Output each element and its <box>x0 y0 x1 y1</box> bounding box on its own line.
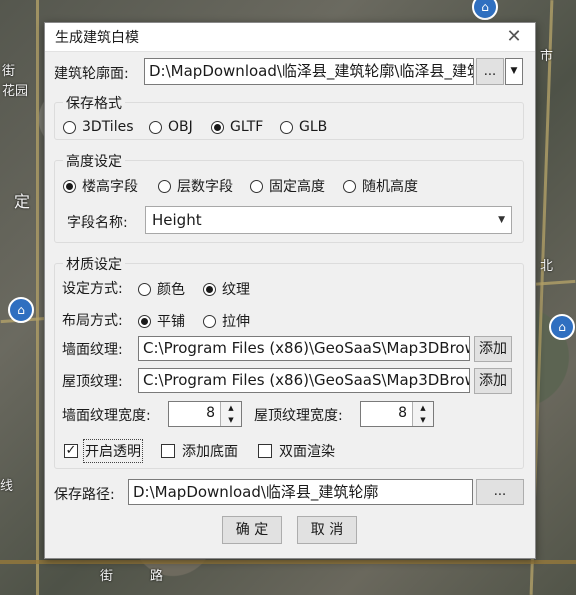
save-format-title: 保存格式 <box>63 93 125 113</box>
outline-browse-button[interactable]: ... <box>476 58 504 85</box>
generate-building-model-dialog: 生成建筑白模 ✕ 建筑轮廓面: D:\MapDownload\临泽县_建筑轮廓\… <box>44 22 536 559</box>
checkbox-label: 开启透明 <box>83 439 143 463</box>
map-poi-icon[interactable]: ⌂ <box>549 314 575 340</box>
wall-width-value: 8 <box>206 405 215 421</box>
field-name-select[interactable]: Height ▼ <box>145 206 512 234</box>
radio-label: 颜色 <box>157 282 185 298</box>
radio-icon <box>343 179 356 193</box>
radio-random-height[interactable]: 随机高度 <box>343 176 418 196</box>
roof-width-spinner[interactable]: 8 ▲ ▼ <box>360 401 434 427</box>
radio-format-glb[interactable]: GLB <box>280 119 327 135</box>
check-double-sided[interactable]: 双面渲染 <box>258 441 335 461</box>
dialog-titlebar[interactable]: 生成建筑白模 ✕ <box>45 23 535 52</box>
radio-label: 拉伸 <box>222 314 250 330</box>
radio-label: 3DTiles <box>82 119 134 135</box>
wall-texture-input[interactable]: C:\Program Files (x86)\GeoSaaS\Map3DBrow… <box>138 336 470 361</box>
radio-format-gltf[interactable]: GLTF <box>211 119 263 135</box>
map-poi-icon[interactable]: ⌂ <box>8 297 34 323</box>
radio-icon <box>203 314 216 328</box>
radio-icon <box>280 120 293 134</box>
map-label: 北 <box>540 259 554 274</box>
checkbox-label: 添加底面 <box>182 444 238 460</box>
height-settings-group: 高度设定 楼高字段 层数字段 固定高度 随机高度 字段名称: Height ▼ <box>54 151 524 243</box>
outline-path-input[interactable]: D:\MapDownload\临泽县_建筑轮廓\临泽县_建筑 <box>144 58 474 85</box>
map-label: 街 <box>100 569 114 584</box>
radio-format-3dtiles[interactable]: 3DTiles <box>63 119 134 135</box>
radio-floor-field[interactable]: 层数字段 <box>158 176 233 196</box>
roof-width-label: 屋顶纹理宽度: <box>254 408 343 424</box>
radio-icon <box>149 120 162 134</box>
radio-label: 纹理 <box>222 282 250 298</box>
map-label: 市 <box>540 49 554 64</box>
roof-texture-input[interactable]: C:\Program Files (x86)\GeoSaaS\Map3DBrow… <box>138 368 470 393</box>
radio-selected-icon <box>203 282 216 296</box>
radio-label: GLB <box>299 119 328 135</box>
checkbox-icon <box>258 444 272 458</box>
ok-button[interactable]: 确 定 <box>222 516 282 544</box>
height-settings-title: 高度设定 <box>63 151 125 171</box>
radio-layout-tile[interactable]: 平铺 <box>138 311 185 331</box>
map-label: 线 <box>0 479 14 494</box>
map-label: 街 <box>2 64 16 79</box>
save-path-label: 保存路径: <box>54 487 115 503</box>
save-path-input[interactable]: D:\MapDownload\临泽县_建筑轮廓 <box>128 479 473 505</box>
radio-selected-icon <box>63 179 76 193</box>
radio-label: GLTF <box>230 119 264 135</box>
radio-label: 固定高度 <box>269 179 325 195</box>
radio-label: OBJ <box>168 119 193 135</box>
map-label: 花园 <box>2 84 29 99</box>
roof-texture-add-button[interactable]: 添加 <box>474 368 512 394</box>
radio-label: 层数字段 <box>177 179 233 195</box>
checkbox-label: 双面渲染 <box>279 444 335 460</box>
radio-mode-texture[interactable]: 纹理 <box>203 279 250 299</box>
save-format-group: 保存格式 3DTiles OBJ GLTF GLB <box>54 93 524 140</box>
radio-selected-icon <box>138 314 151 328</box>
spin-down-icon[interactable]: ▼ <box>220 414 241 426</box>
radio-height-field[interactable]: 楼高字段 <box>63 176 138 196</box>
save-path-browse-button[interactable]: ... <box>476 479 524 505</box>
radio-icon <box>158 179 171 193</box>
radio-label: 楼高字段 <box>82 179 138 195</box>
layout-label: 布局方式: <box>62 313 123 329</box>
wall-width-label: 墙面纹理宽度: <box>62 408 151 424</box>
field-name-value: Height <box>152 211 202 229</box>
radio-mode-color[interactable]: 颜色 <box>138 279 185 299</box>
check-enable-transparency[interactable]: ✓ 开启透明 <box>64 439 143 463</box>
outline-label: 建筑轮廓面: <box>54 66 129 82</box>
radio-fixed-height[interactable]: 固定高度 <box>250 176 325 196</box>
dialog-title: 生成建筑白模 <box>55 30 139 46</box>
material-settings-title: 材质设定 <box>63 254 125 274</box>
checkbox-icon <box>161 444 175 458</box>
checkbox-checked-icon: ✓ <box>64 443 78 458</box>
chevron-down-icon: ▼ <box>498 215 505 225</box>
radio-label: 平铺 <box>157 314 185 330</box>
map-road <box>0 560 576 564</box>
radio-layout-stretch[interactable]: 拉伸 <box>203 311 250 331</box>
radio-selected-icon <box>211 120 224 134</box>
chevron-down-icon[interactable]: ▼ <box>505 58 523 85</box>
material-settings-group: 材质设定 设定方式: 颜色 纹理 布局方式: 平铺 拉伸 墙面纹理: C:\Pr… <box>54 254 524 469</box>
wall-texture-add-button[interactable]: 添加 <box>474 336 512 362</box>
mode-label: 设定方式: <box>62 281 123 297</box>
radio-icon <box>138 282 151 296</box>
radio-label: 随机高度 <box>362 179 418 195</box>
radio-icon <box>63 120 76 134</box>
radio-icon <box>250 179 263 193</box>
wall-width-spinner[interactable]: 8 ▲ ▼ <box>168 401 242 427</box>
cancel-button[interactable]: 取 消 <box>297 516 357 544</box>
roof-texture-label: 屋顶纹理: <box>62 374 123 390</box>
map-label: 路 <box>150 569 164 584</box>
map-label: 定 <box>14 192 31 211</box>
roof-width-value: 8 <box>398 405 407 421</box>
check-add-bottom[interactable]: 添加底面 <box>161 441 238 461</box>
map-poi-icon[interactable]: ⌂ <box>472 0 498 20</box>
field-name-label: 字段名称: <box>67 215 128 231</box>
spin-down-icon[interactable]: ▼ <box>412 414 433 426</box>
radio-format-obj[interactable]: OBJ <box>149 119 193 135</box>
map-road <box>36 0 39 595</box>
close-icon[interactable]: ✕ <box>503 26 525 48</box>
wall-texture-label: 墙面纹理: <box>62 342 123 358</box>
